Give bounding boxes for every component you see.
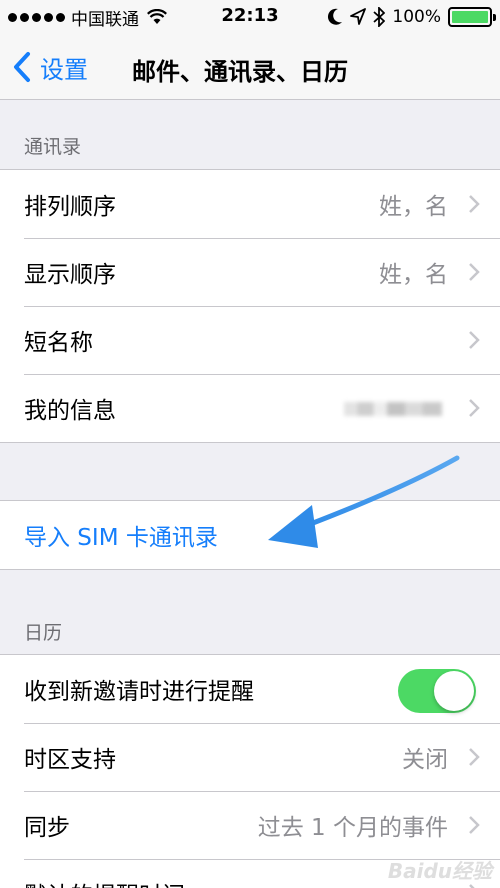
chevron-right-icon xyxy=(469,748,480,766)
row-value: 姓，名 xyxy=(379,194,448,220)
contacts-group: 排列顺序 姓，名 显示顺序 姓，名 短名称 我的信息 xyxy=(0,169,500,443)
row-sort-order[interactable]: 排列顺序 姓，名 xyxy=(0,170,500,238)
calendar-group: 收到新邀请时进行提醒 时区支持 关闭 同步 过去 1 个月的事件 默认的提醒时间 xyxy=(0,654,500,888)
chevron-right-icon xyxy=(469,816,480,834)
row-label: 默认的提醒时间 xyxy=(24,876,185,888)
row-my-info[interactable]: 我的信息 xyxy=(0,374,500,442)
page-title: 邮件、通讯录、日历 xyxy=(132,58,348,86)
moon-icon xyxy=(328,8,343,25)
row-value: 过去 1 个月的事件 xyxy=(257,815,448,841)
blurred-value xyxy=(344,402,442,416)
row-value: 关闭 xyxy=(402,747,448,773)
import-sim-contacts-label: 导入 SIM 卡通讯录 xyxy=(24,525,218,551)
row-display-order[interactable]: 显示顺序 姓，名 xyxy=(0,238,500,306)
chevron-left-icon xyxy=(14,52,30,82)
row-label: 排列顺序 xyxy=(24,194,116,220)
row-short-name[interactable]: 短名称 xyxy=(0,306,500,374)
location-icon xyxy=(350,8,367,25)
battery-percent: 100% xyxy=(392,7,441,27)
back-button[interactable]: 设置 xyxy=(12,48,88,86)
row-sync[interactable]: 同步 过去 1 个月的事件 xyxy=(0,791,500,859)
row-label: 显示顺序 xyxy=(24,262,116,288)
bluetooth-icon xyxy=(373,7,386,27)
battery-fill xyxy=(452,11,488,23)
import-group: 导入 SIM 卡通讯录 xyxy=(0,500,500,570)
row-label: 收到新邀请时进行提醒 xyxy=(24,679,254,705)
section-header-contacts: 通讯录 xyxy=(24,136,82,158)
status-bar: 中国联通 22:13 100% xyxy=(0,0,500,34)
row-label: 时区支持 xyxy=(24,747,116,773)
chevron-right-icon xyxy=(469,263,480,281)
chevron-right-icon xyxy=(469,399,480,417)
chevron-right-icon xyxy=(469,331,480,349)
import-sim-contacts-button[interactable]: 导入 SIM 卡通讯录 xyxy=(0,501,500,569)
row-time-zone-support[interactable]: 时区支持 关闭 xyxy=(0,723,500,791)
toggle-knob xyxy=(434,671,474,711)
battery-icon xyxy=(448,7,496,27)
invitation-alert-toggle[interactable] xyxy=(398,669,476,713)
chevron-right-icon xyxy=(469,195,480,213)
section-header-calendar: 日历 xyxy=(24,622,63,644)
row-label: 我的信息 xyxy=(24,398,116,424)
watermark: Baidu经验 xyxy=(387,859,492,883)
row-value: 姓，名 xyxy=(379,262,448,288)
settings-screen: 中国联通 22:13 100% 设置 邮件、通讯录、日历 通讯录 排列顺序 姓，… xyxy=(0,0,500,888)
row-new-invitation-alerts: 收到新邀请时进行提醒 xyxy=(0,655,500,723)
row-label: 同步 xyxy=(24,815,70,841)
navigation-bar: 设置 邮件、通讯录、日历 xyxy=(0,34,500,100)
row-label: 短名称 xyxy=(24,330,93,356)
back-button-label: 设置 xyxy=(40,55,88,84)
